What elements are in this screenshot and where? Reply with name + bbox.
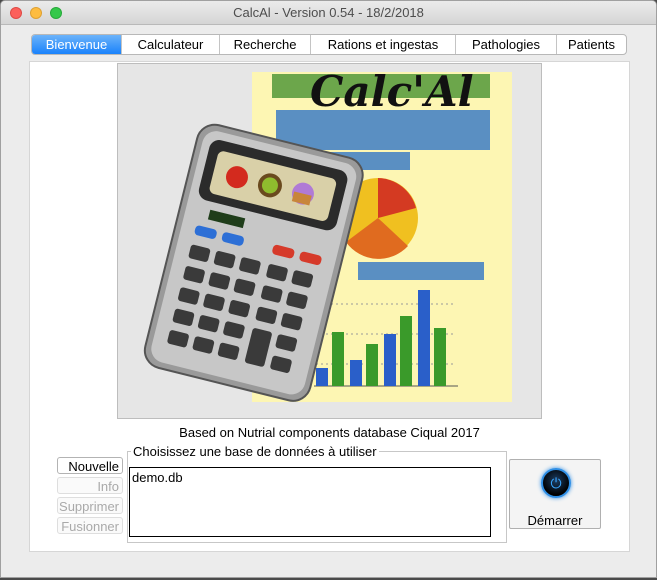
tab-patients[interactable]: Patients (556, 35, 626, 54)
new-database-button[interactable]: Nouvelle (57, 457, 123, 474)
database-credit: Based on Nutrial components database Ciq… (179, 425, 480, 440)
list-item[interactable]: demo.db (130, 468, 490, 487)
welcome-illustration: Calc'Al (117, 63, 542, 419)
calculator-chart-illustration: Calc'Al (143, 67, 512, 402)
logo-text: Calc'Al (310, 67, 474, 116)
start-button-label: Démarrer (527, 513, 583, 528)
power-icon: ⏻ (541, 468, 571, 498)
merge-database-button[interactable]: Fusionner (57, 517, 123, 534)
database-list[interactable]: demo.db (129, 467, 491, 537)
tab-pathologies[interactable]: Pathologies (455, 35, 556, 54)
start-button[interactable]: ⏻ Démarrer (509, 459, 601, 529)
title-bar[interactable]: CalcAl - Version 0.54 - 18/2/2018 (1, 1, 656, 25)
tab-rations-et-ingestas[interactable]: Rations et ingestas (310, 35, 455, 54)
delete-database-button[interactable]: Supprimer (57, 497, 123, 514)
app-window: CalcAl - Version 0.54 - 18/2/2018 Bienve… (0, 0, 657, 578)
tab-bar: Bienvenue Calculateur Recherche Rations … (31, 34, 627, 55)
database-chooser-label: Choisissez une base de données à utilise… (131, 444, 379, 459)
tab-recherche[interactable]: Recherche (219, 35, 310, 54)
tab-bienvenue[interactable]: Bienvenue (32, 35, 121, 54)
tab-calculateur[interactable]: Calculateur (121, 35, 219, 54)
info-database-button[interactable]: Info (57, 477, 123, 494)
window-title: CalcAl - Version 0.54 - 18/2/2018 (233, 5, 424, 20)
